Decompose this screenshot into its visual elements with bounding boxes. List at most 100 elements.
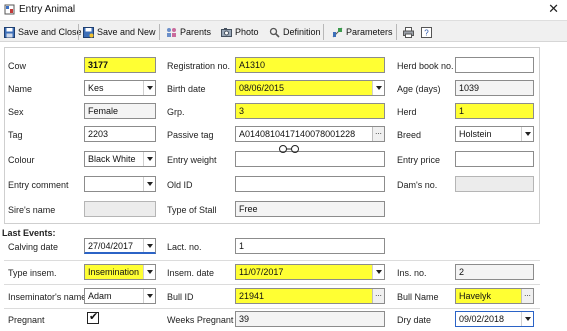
- parents-label: Parents: [180, 27, 212, 37]
- colour-select[interactable]: Black White: [84, 151, 156, 167]
- herd-field[interactable]: 1: [455, 103, 534, 119]
- chevron-down-icon[interactable]: [521, 127, 533, 141]
- stall-type-field[interactable]: Free: [235, 201, 385, 217]
- bull-name-value: Havelyk: [459, 291, 492, 301]
- weeks-pregnant-field[interactable]: 39: [235, 311, 385, 327]
- ins-number-label: Ins. no.: [397, 268, 427, 278]
- entry-weight-field[interactable]: [235, 151, 385, 167]
- registration-label: Registration no.: [167, 61, 231, 71]
- type-insem-label: Type insem.: [8, 268, 57, 278]
- entry-price-label: Entry price: [397, 155, 441, 165]
- sire-name-label: Sire's name: [8, 205, 56, 215]
- sex-field[interactable]: Female: [84, 103, 156, 119]
- name-select[interactable]: Kes: [84, 80, 156, 96]
- save-and-new-label: Save and New: [97, 27, 156, 37]
- sire-name-field[interactable]: [84, 201, 156, 217]
- chevron-down-icon[interactable]: [521, 312, 533, 326]
- calving-date-label: Calving date: [8, 242, 59, 252]
- chevron-down-icon[interactable]: [143, 177, 155, 191]
- chevron-down-icon[interactable]: [143, 81, 155, 95]
- cow-label: Cow: [8, 61, 27, 71]
- dry-date-picker[interactable]: 09/02/2018: [455, 311, 534, 327]
- birth-date-label: Birth date: [167, 84, 206, 94]
- herd-book-field[interactable]: [455, 57, 534, 73]
- save-and-close-label: Save and Close: [18, 27, 82, 37]
- save-and-new-button[interactable]: Save and New: [83, 24, 156, 40]
- passive-tag-field[interactable]: A01408104171400780012​28...: [235, 126, 385, 142]
- bull-name-label: Bull Name: [397, 292, 439, 302]
- bull-id-label: Bull ID: [167, 292, 194, 302]
- help-button[interactable]: ?: [421, 24, 435, 40]
- insem-date-picker[interactable]: 11/07/2017: [235, 264, 385, 280]
- photo-label: Photo: [235, 27, 259, 37]
- dam-number-field[interactable]: [455, 176, 534, 192]
- bull-name-field[interactable]: Havelyk...: [455, 288, 534, 304]
- colour-value: Black White: [88, 154, 136, 164]
- help-icon: ?: [421, 26, 432, 38]
- photo-button[interactable]: Photo: [221, 24, 259, 40]
- print-button[interactable]: [403, 24, 417, 40]
- pregnant-checkbox[interactable]: ✔: [87, 311, 99, 324]
- colour-label: Colour: [8, 155, 35, 165]
- ellipsis-icon[interactable]: ...: [372, 289, 384, 303]
- chevron-down-icon[interactable]: [143, 265, 155, 279]
- parameters-icon: [332, 27, 343, 37]
- birth-date-picker[interactable]: 08/06/2015: [235, 80, 385, 96]
- close-icon[interactable]: ✕: [548, 1, 559, 17]
- insem-date-value: 11/07/2017: [239, 267, 284, 277]
- chevron-down-icon[interactable]: [372, 81, 384, 95]
- ellipsis-icon[interactable]: ...: [372, 127, 384, 141]
- magnifier-icon: [269, 27, 280, 38]
- parents-button[interactable]: Parents: [166, 24, 211, 40]
- definition-label: Definition: [283, 27, 321, 37]
- entry-comment-label: Entry comment: [8, 180, 69, 190]
- dam-number-label: Dam's no.: [397, 180, 438, 190]
- herd-label: Herd: [397, 107, 417, 117]
- section-divider: [4, 308, 540, 309]
- registration-field[interactable]: A1310: [235, 57, 385, 73]
- entry-comment-select[interactable]: [84, 176, 156, 192]
- breed-label: Breed: [397, 130, 422, 140]
- app-icon: [4, 4, 15, 15]
- ins-number-field[interactable]: 2: [455, 264, 534, 280]
- lactation-number-field[interactable]: 1: [235, 238, 385, 254]
- chevron-down-icon[interactable]: [143, 239, 155, 252]
- chevron-down-icon[interactable]: [143, 152, 155, 166]
- camera-icon: [221, 27, 232, 37]
- chevron-down-icon[interactable]: [372, 265, 384, 279]
- inseminator-value: Adam: [88, 291, 112, 301]
- breed-select[interactable]: Holstein: [455, 126, 534, 142]
- old-id-field[interactable]: [235, 176, 385, 192]
- dry-date-value: 09/02/2018: [459, 314, 505, 324]
- insem-date-label: Insem. date: [167, 268, 215, 278]
- save-and-close-button[interactable]: Save and Close: [4, 24, 82, 40]
- pregnant-label: Pregnant: [8, 315, 45, 325]
- inseminator-select[interactable]: Adam: [84, 288, 156, 304]
- toolbar-separator: [159, 24, 160, 40]
- printer-icon: [403, 26, 414, 38]
- entry-price-field[interactable]: [455, 151, 534, 167]
- calving-date-picker[interactable]: 27/04/2017: [84, 238, 156, 254]
- toolbar-separator: [396, 24, 397, 40]
- ellipsis-icon[interactable]: ...: [521, 289, 533, 303]
- parents-icon: [167, 27, 176, 37]
- group-field[interactable]: 3: [235, 103, 385, 119]
- type-insem-value: Insemination: [88, 267, 140, 277]
- parameters-button[interactable]: Parameters: [332, 24, 393, 40]
- type-insem-select[interactable]: Insemination: [84, 264, 156, 280]
- bull-id-value: 21941: [239, 291, 265, 301]
- age-field[interactable]: 1039: [455, 80, 534, 96]
- name-value: Kes: [88, 83, 104, 93]
- tag-field[interactable]: 2203: [84, 126, 156, 142]
- bull-id-field[interactable]: 21941...: [235, 288, 385, 304]
- passive-tag-label: Passive tag: [167, 130, 214, 140]
- toolbar-separator: [323, 24, 324, 40]
- herd-book-label: Herd book no.: [397, 61, 454, 71]
- cow-field[interactable]: 3177: [84, 57, 156, 73]
- window-title: Entry Animal: [19, 4, 76, 15]
- definition-button[interactable]: Definition: [269, 24, 321, 40]
- tag-label: Tag: [8, 130, 23, 140]
- group-label: Grp.: [167, 107, 185, 117]
- chevron-down-icon[interactable]: [143, 289, 155, 303]
- toolbar-separator: [78, 24, 79, 40]
